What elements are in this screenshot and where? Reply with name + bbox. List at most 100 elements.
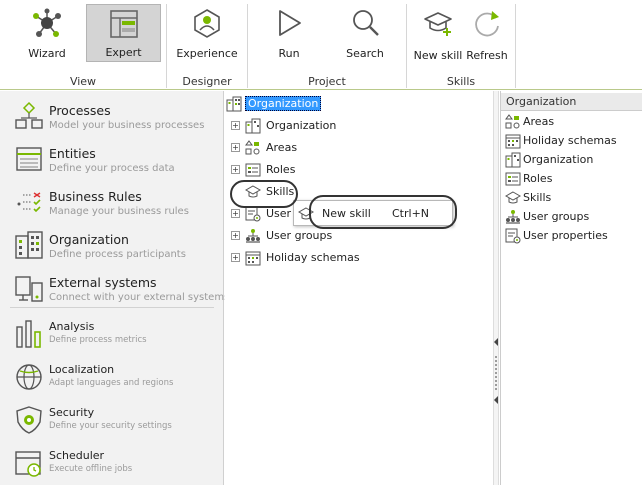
skills-icon bbox=[244, 184, 262, 200]
expert-icon bbox=[108, 9, 140, 42]
business-rules-icon bbox=[14, 187, 44, 217]
nav-title: Business Rules bbox=[49, 189, 142, 204]
context-menu-item-new-skill[interactable]: New skill Ctrl+N bbox=[294, 201, 452, 225]
nav-item-external-systems[interactable]: External systems Connect with your exter… bbox=[0, 267, 229, 310]
tree-node-label: Skills bbox=[266, 185, 295, 198]
expand-icon[interactable]: + bbox=[231, 209, 240, 218]
right-panel-item-label: User properties bbox=[523, 229, 608, 242]
right-panel-item-label: User groups bbox=[523, 210, 590, 223]
expand-icon[interactable]: + bbox=[231, 143, 240, 152]
nav-title: Organization bbox=[49, 232, 129, 247]
organization-icon bbox=[245, 118, 261, 134]
tree-node-label: Roles bbox=[266, 163, 296, 176]
nav-title: Entities bbox=[49, 146, 96, 161]
grip-icon bbox=[495, 355, 497, 391]
expand-icon[interactable]: + bbox=[231, 165, 240, 174]
ribbon-group-project-label: Project bbox=[308, 75, 346, 88]
expand-icon[interactable]: + bbox=[231, 121, 240, 130]
ribbon-group-designer-label: Designer bbox=[182, 75, 232, 88]
roles-icon bbox=[245, 162, 261, 178]
nav-title: External systems bbox=[49, 275, 157, 290]
ribbon-group-project: Run Search Project bbox=[248, 0, 406, 90]
nav-subtitle: Execute offline jobs bbox=[49, 464, 133, 474]
new-skill-button[interactable]: New skill bbox=[411, 4, 465, 62]
search-button[interactable]: Search bbox=[330, 4, 400, 62]
right-panel-item-label: Organization bbox=[523, 153, 594, 166]
expert-button[interactable]: Expert bbox=[86, 4, 161, 62]
user-groups-icon bbox=[245, 228, 261, 244]
refresh-label: Refresh bbox=[466, 49, 508, 62]
right-panel-item-label: Holiday schemas bbox=[523, 134, 617, 147]
ribbon-group-designer: Experience Designer bbox=[167, 0, 247, 90]
ribbon-group-skills: New skill Refresh Skills bbox=[407, 0, 515, 90]
wizard-button[interactable]: Wizard bbox=[12, 4, 82, 62]
nav-title: Localization bbox=[49, 363, 115, 376]
nav-title: Security bbox=[49, 406, 95, 419]
scheduler-icon bbox=[14, 448, 44, 478]
nav-item-entities[interactable]: Entities Define your process data bbox=[0, 138, 224, 181]
context-menu: New skill Ctrl+N bbox=[293, 200, 453, 226]
search-icon bbox=[350, 8, 380, 41]
tree-node-label: User bbox=[266, 207, 292, 220]
wizard-icon bbox=[30, 8, 64, 41]
right-panel-item-label: Skills bbox=[523, 191, 552, 204]
nav-title: Processes bbox=[49, 103, 111, 118]
nav-item-business-rules[interactable]: Business Rules Manage your business rule… bbox=[0, 181, 224, 224]
nav-subtitle: Define your process data bbox=[49, 163, 175, 174]
right-panel-header: Organization bbox=[501, 93, 642, 111]
nav-subtitle: Define process participants bbox=[49, 249, 186, 260]
collapse-left-icon[interactable] bbox=[494, 396, 498, 404]
holiday-schemas-icon bbox=[505, 133, 521, 149]
nav-subtitle: Define process metrics bbox=[49, 335, 147, 345]
panel-splitter[interactable] bbox=[493, 91, 499, 485]
tree-node-label: Organization bbox=[266, 119, 337, 132]
nav-item-processes[interactable]: Processes Model your business processes bbox=[0, 95, 224, 138]
tree-view: Organization + Organization + Areas + Ro… bbox=[225, 91, 493, 485]
organization-icon bbox=[14, 230, 44, 260]
nav-subtitle: Manage your business rules bbox=[49, 206, 189, 217]
new-skill-icon bbox=[423, 8, 453, 41]
entities-icon bbox=[14, 144, 44, 174]
experience-button[interactable]: Experience bbox=[173, 4, 241, 62]
skills-icon bbox=[504, 190, 522, 206]
search-label: Search bbox=[346, 47, 384, 60]
right-panel: Organization Areas Holiday schemas Organ… bbox=[500, 91, 642, 485]
nav-subtitle: Connect with your external systems bbox=[49, 292, 230, 303]
refresh-button[interactable]: Refresh bbox=[465, 4, 509, 62]
ribbon-group-skills-label: Skills bbox=[446, 75, 476, 88]
new-skill-label: New skill bbox=[413, 49, 463, 62]
tree-node-label: Holiday schemas bbox=[266, 251, 360, 264]
holiday-schemas-icon bbox=[245, 250, 261, 266]
run-icon bbox=[274, 8, 304, 41]
new-skill-icon bbox=[297, 206, 315, 222]
processes-icon bbox=[14, 101, 44, 131]
ribbon-group-view: Wizard Expert View bbox=[0, 0, 166, 90]
expert-label: Expert bbox=[105, 46, 142, 59]
user-properties-icon bbox=[245, 206, 261, 222]
ribbon-separator bbox=[515, 4, 516, 88]
areas-icon bbox=[245, 140, 261, 156]
external-systems-icon bbox=[14, 273, 44, 303]
nav-subtitle: Adapt languages and regions bbox=[49, 378, 174, 388]
nav-item-analysis[interactable]: Analysis Define process metrics bbox=[0, 313, 224, 356]
localization-icon bbox=[14, 362, 44, 392]
areas-icon bbox=[505, 114, 521, 130]
nav-divider bbox=[10, 307, 214, 308]
nav-subtitle: Model your business processes bbox=[49, 120, 205, 131]
refresh-icon bbox=[472, 8, 502, 41]
ribbon-group-view-label: View bbox=[69, 75, 97, 88]
tree-node-label: Areas bbox=[266, 141, 298, 154]
expand-icon[interactable]: + bbox=[231, 253, 240, 262]
expand-icon[interactable]: + bbox=[231, 231, 240, 240]
nav-item-localization[interactable]: Localization Adapt languages and regions bbox=[0, 356, 224, 399]
run-button[interactable]: Run bbox=[254, 4, 324, 62]
nav-item-scheduler[interactable]: Scheduler Execute offline jobs bbox=[0, 442, 224, 485]
nav-item-organization[interactable]: Organization Define process participants bbox=[0, 224, 224, 267]
nav-title: Analysis bbox=[49, 320, 95, 333]
security-icon bbox=[14, 405, 44, 435]
user-groups-icon bbox=[505, 209, 521, 225]
nav-title: Scheduler bbox=[49, 449, 105, 462]
nav-item-security[interactable]: Security Define your security settings bbox=[0, 399, 224, 442]
roles-icon bbox=[505, 171, 521, 187]
collapse-left-icon[interactable] bbox=[494, 338, 498, 346]
